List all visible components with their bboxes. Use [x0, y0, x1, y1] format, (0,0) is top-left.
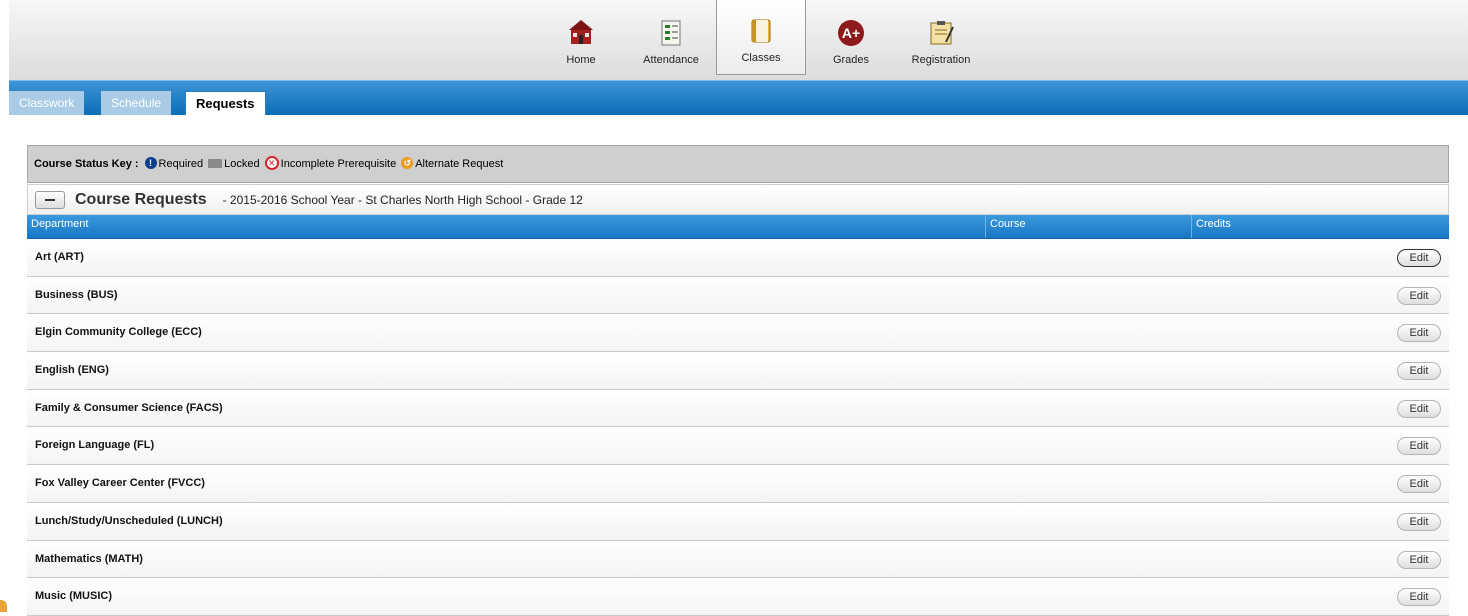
locked-icon [208, 158, 223, 168]
table-row: Fox Valley Career Center (FVCC) Edit [27, 465, 1449, 503]
department-name: Foreign Language (FL) [35, 439, 155, 452]
course-status-key: Course Status Key : ! Required Locked ✕ … [27, 145, 1449, 183]
collapse-button[interactable] [35, 190, 65, 209]
status-key-locked: Locked [224, 158, 260, 170]
edit-button[interactable]: Edit [1397, 362, 1441, 381]
classes-book-icon [751, 19, 771, 43]
department-name: Fox Valley Career Center (FVCC) [35, 477, 205, 490]
status-key-alternate: Alternate Request [415, 158, 504, 170]
nav-classes[interactable]: Classes [716, 0, 806, 75]
edit-button[interactable]: Edit [1397, 324, 1441, 343]
grades-a-plus-icon: A+ [838, 20, 864, 46]
nav-classes-label: Classes [741, 52, 781, 64]
course-requests-header: Course Requests - 2015-2016 School Year … [27, 184, 1449, 215]
table-header: Department Course Credits [27, 215, 1449, 239]
table-row: English (ENG) Edit [27, 352, 1449, 390]
status-key-required: Required [158, 158, 204, 170]
column-department: Department [31, 218, 89, 230]
attendance-checklist-icon [661, 20, 681, 46]
table-row: Mathematics (MATH) Edit [27, 540, 1449, 579]
nav-home-label: Home [566, 54, 596, 66]
department-name: Business (BUS) [35, 288, 118, 301]
nav-items: Home Attendance Classes A+ Grades Regist… [536, 0, 986, 76]
column-course: Course [985, 215, 1025, 238]
nav-registration-label: Registration [911, 54, 971, 66]
edit-button[interactable]: Edit [1397, 399, 1441, 418]
incomplete-icon: ✕ [264, 156, 279, 170]
nav-grades[interactable]: A+ Grades [806, 0, 896, 76]
tab-requests[interactable]: Requests [185, 91, 266, 115]
department-name: English (ENG) [35, 364, 109, 377]
department-name: Family & Consumer Science (FACS) [35, 401, 223, 414]
table-row: Lunch/Study/Unscheduled (LUNCH) Edit [27, 502, 1449, 541]
corner-accent [0, 600, 7, 612]
department-name: Art (ART) [35, 251, 84, 263]
tab-bar: Classwork Schedule Requests [9, 80, 1468, 115]
table-row: Business (BUS) Edit [27, 276, 1449, 315]
schoolhouse-icon [569, 20, 593, 44]
top-navigation: Home Attendance Classes A+ Grades Regist… [9, 0, 1468, 81]
left-edge [0, 0, 9, 612]
nav-home[interactable]: Home [536, 0, 626, 76]
registration-clipboard-icon [930, 21, 954, 45]
table-row: Art (ART) Edit [27, 239, 1449, 277]
table-row: Music (MUSIC) Edit [27, 578, 1449, 616]
table-row: Family & Consumer Science (FACS) Edit [27, 389, 1449, 428]
alternate-icon: ↺ [401, 157, 414, 169]
edit-button[interactable]: Edit [1397, 550, 1441, 569]
nav-attendance[interactable]: Attendance [626, 0, 716, 76]
table-row: Foreign Language (FL) Edit [27, 427, 1449, 466]
table-row: Elgin Community College (ECC) Edit [27, 314, 1449, 353]
course-requests-table: Department Course Credits Art (ART) Edit… [27, 215, 1449, 616]
status-key-incomplete: Incomplete Prerequisite [280, 158, 397, 170]
nav-grades-label: Grades [832, 54, 870, 66]
edit-button[interactable]: Edit [1397, 512, 1441, 531]
department-name: Mathematics (MATH) [35, 552, 143, 565]
required-icon: ! [144, 157, 157, 169]
edit-button[interactable]: Edit [1397, 286, 1441, 305]
edit-button[interactable]: Edit [1397, 475, 1441, 494]
minus-icon [45, 198, 55, 201]
department-name: Music (MUSIC) [35, 590, 112, 603]
nav-registration[interactable]: Registration [896, 0, 986, 76]
tab-classwork[interactable]: Classwork [9, 91, 85, 115]
status-key-title: Course Status Key : [34, 158, 139, 170]
edit-button[interactable]: Edit [1397, 588, 1441, 607]
svg-text:A+: A+ [842, 25, 860, 41]
column-credits: Credits [1191, 215, 1231, 238]
course-requests-title: Course Requests [75, 190, 207, 208]
edit-button[interactable]: Edit [1397, 437, 1441, 456]
department-name: Elgin Community College (ECC) [35, 326, 202, 339]
department-name: Lunch/Study/Unscheduled (LUNCH) [35, 514, 223, 527]
course-requests-subtitle: - 2015-2016 School Year - St Charles Nor… [222, 192, 583, 207]
edit-button[interactable]: Edit [1397, 249, 1441, 267]
tab-schedule[interactable]: Schedule [101, 91, 172, 115]
nav-attendance-label: Attendance [643, 54, 699, 66]
